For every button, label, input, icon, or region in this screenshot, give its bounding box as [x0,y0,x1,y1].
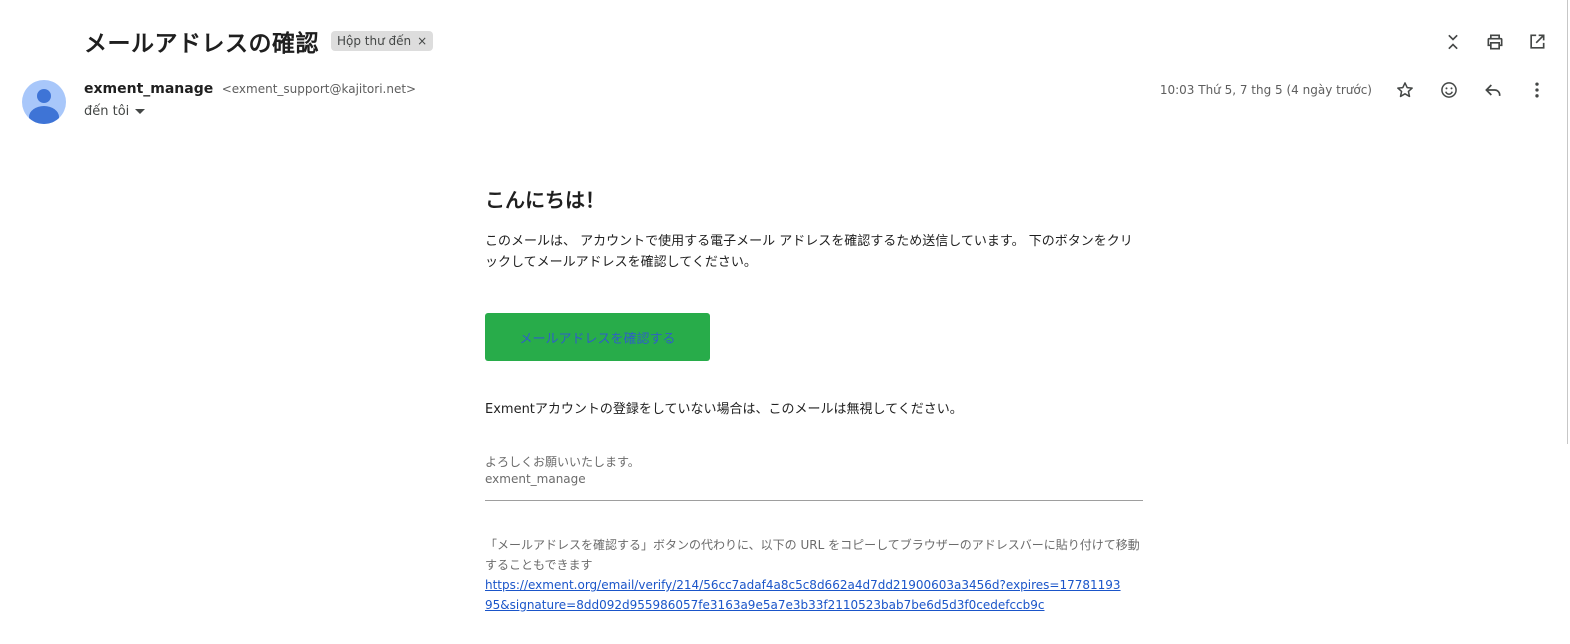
sender-line: exment_manage <exment_support@kajitori.n… [84,81,416,97]
scrollbar-edge [1567,0,1568,444]
star-icon[interactable] [1394,79,1416,101]
signature: exment_manage [485,472,586,486]
collapse-icon[interactable] [1442,31,1464,53]
sender-email: <exment_support@kajitori.net> [221,82,417,96]
top-actions [1442,31,1548,53]
ignore-notice: Exmentアカウントの登録をしていない場合は、このメールは無視してください。 [485,402,963,417]
verify-url-link[interactable]: https://exment.org/email/verify/214/56cc… [485,575,1125,615]
avatar-head [37,89,51,103]
email-date: 10:03 Thứ 5, 7 thg 5 (4 ngày trước) [1159,83,1372,97]
email-body: こんにちは！ このメールは、 アカウントで使用する電子メール アドレスを確認する… [485,184,1145,615]
more-vert-icon[interactable] [1526,79,1548,101]
verify-email-button-label: メールアドレスを確認する [519,331,676,347]
email-view: メールアドレスの確認 Hộp thư đến × exment_manage <… [0,0,1570,644]
url-fallback-note: 「メールアドレスを確認する」ボタンの代わりに、以下の URL をコピーしてブラウ… [485,538,1140,572]
emoji-icon[interactable] [1438,79,1460,101]
sender-name[interactable]: exment_manage [84,81,213,97]
verify-email-button[interactable]: メールアドレスを確認する [485,313,710,361]
label-chip-text: Hộp thư đến [337,34,412,48]
chevron-down-icon[interactable] [135,109,146,114]
closing-regards: よろしくお願いいたします。 [485,455,640,469]
email-subject: メールアドレスの確認 [84,31,319,57]
label-remove-button[interactable]: × [417,34,427,48]
greeting-heading: こんにちは！ [485,188,605,212]
recipient-text: đến tôi [84,104,130,119]
divider [485,500,1143,501]
label-chip-inbox[interactable]: Hộp thư đến × [331,31,434,51]
recipient-line: đến tôi [84,104,146,119]
print-icon[interactable] [1484,31,1506,53]
avatar-body [29,106,59,124]
reply-icon[interactable] [1482,79,1504,101]
meta-actions [1394,79,1548,101]
intro-paragraph: このメールは、 アカウントで使用する電子メール アドレスを確認するため送信してい… [485,234,1133,270]
subject-row: メールアドレスの確認 Hộp thư đến × [84,24,434,58]
open-in-new-window-icon[interactable] [1526,31,1548,53]
sender-avatar[interactable] [22,80,66,124]
meta-row: 10:03 Thứ 5, 7 thg 5 (4 ngày trước) [1160,79,1548,101]
